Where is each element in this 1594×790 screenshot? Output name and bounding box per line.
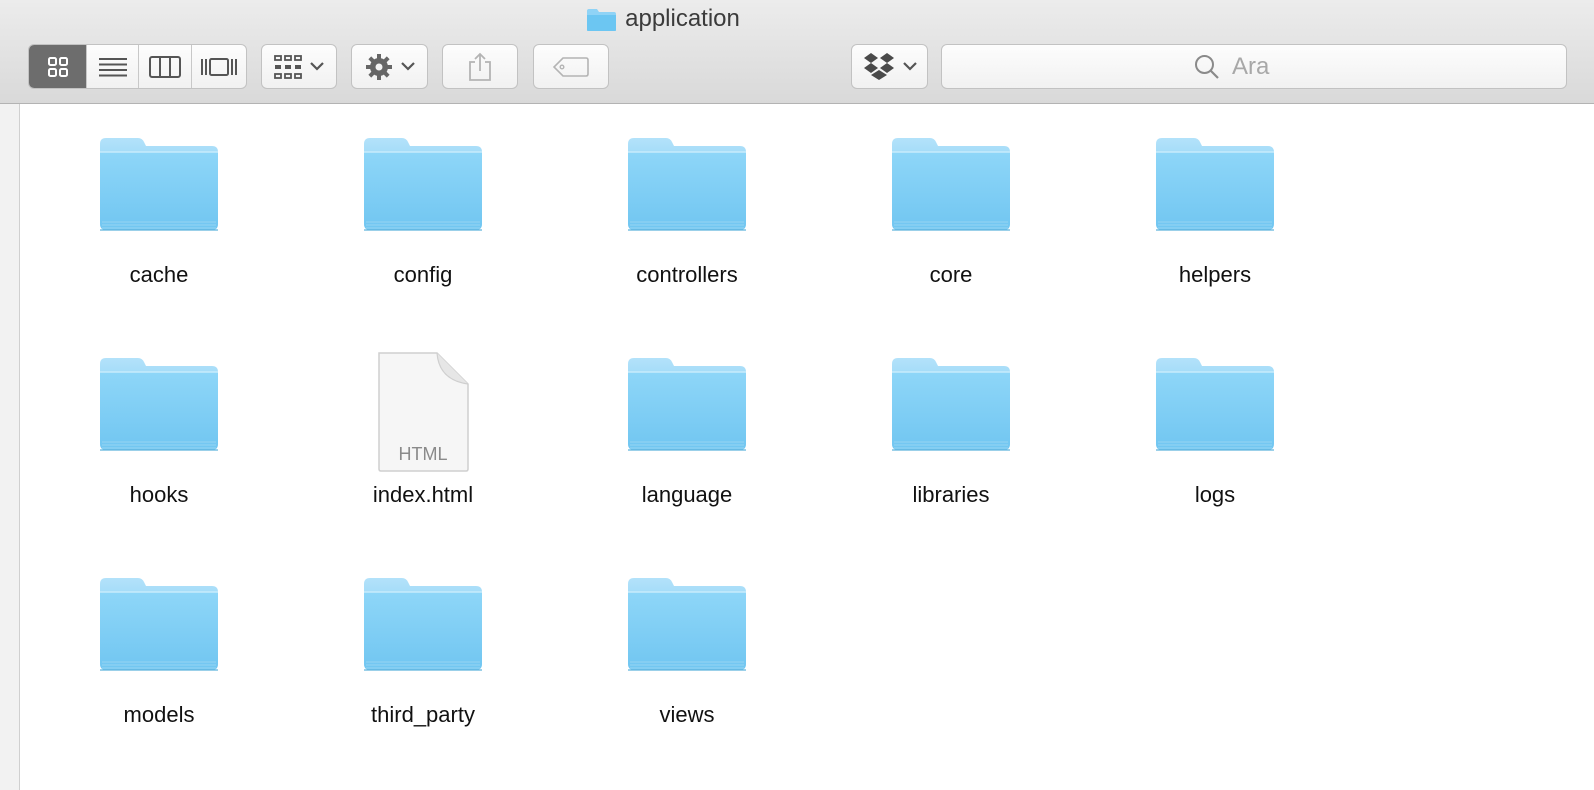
folder-icon xyxy=(628,578,746,671)
chevron-down-icon xyxy=(902,62,917,71)
dropbox-button[interactable] xyxy=(851,44,928,89)
folder-icon xyxy=(100,578,218,671)
folder-icon xyxy=(364,578,482,671)
item-icon-wrapper: HTML xyxy=(362,352,484,472)
icon-view-button[interactable] xyxy=(29,45,88,88)
item-label: cache xyxy=(129,262,189,287)
item-icon-wrapper xyxy=(626,134,748,232)
file-type-label: HTML xyxy=(399,444,448,464)
share-button[interactable] xyxy=(442,44,518,89)
folder-item[interactable]: helpers xyxy=(1083,104,1347,324)
folder-icon xyxy=(1156,358,1274,451)
search-field[interactable] xyxy=(941,44,1567,89)
arrange-grid-icon xyxy=(274,54,302,79)
column-view-button[interactable] xyxy=(139,45,192,88)
item-icon-wrapper xyxy=(362,574,484,672)
item-icon-wrapper xyxy=(626,354,748,452)
toolbar: application xyxy=(0,0,1594,104)
list-icon xyxy=(98,57,127,76)
folder-item[interactable]: models xyxy=(27,544,291,764)
chevron-down-icon xyxy=(310,62,324,71)
folder-icon xyxy=(892,358,1010,451)
item-icon-wrapper xyxy=(626,574,748,672)
item-icon-wrapper xyxy=(890,354,1012,452)
cover-flow-view-button[interactable] xyxy=(192,45,246,88)
item-label: hooks xyxy=(129,482,189,507)
finder-window: application Ara cache config controllers… xyxy=(0,0,1594,790)
file-item[interactable]: HTML index.html xyxy=(291,324,555,544)
list-view-button[interactable] xyxy=(87,45,139,88)
grid-icon xyxy=(47,56,68,77)
item-icon-wrapper xyxy=(98,354,220,452)
cover-flow-icon xyxy=(200,57,237,76)
item-label: logs xyxy=(1194,482,1236,507)
folder-item[interactable]: core xyxy=(819,104,1083,324)
folder-item[interactable]: views xyxy=(555,544,819,764)
folder-icon xyxy=(100,138,218,231)
arrange-button[interactable] xyxy=(261,44,337,89)
item-label: core xyxy=(929,262,973,287)
folder-icon xyxy=(587,8,617,31)
item-icon-wrapper xyxy=(890,134,1012,232)
folder-icon xyxy=(100,358,218,451)
folder-icon xyxy=(364,138,482,231)
search-icon xyxy=(1195,54,1219,79)
share-icon xyxy=(469,52,491,81)
item-icon-wrapper xyxy=(362,134,484,232)
folder-item[interactable]: hooks xyxy=(27,324,291,544)
folder-item[interactable]: logs xyxy=(1083,324,1347,544)
item-icon-wrapper xyxy=(1154,354,1276,452)
tags-button[interactable] xyxy=(533,44,609,89)
item-label: views xyxy=(659,702,715,727)
search-input[interactable] xyxy=(1230,51,1314,82)
item-icon-wrapper xyxy=(1154,134,1276,232)
tag-icon xyxy=(553,56,589,77)
folder-icon xyxy=(1156,138,1274,231)
item-label: index.html xyxy=(372,482,474,507)
view-mode-segmented-control xyxy=(28,44,247,89)
folder-item[interactable]: libraries xyxy=(819,324,1083,544)
folder-item[interactable]: controllers xyxy=(555,104,819,324)
item-label: language xyxy=(641,482,733,507)
item-label: helpers xyxy=(1178,262,1252,287)
folder-icon xyxy=(628,358,746,451)
item-icon-wrapper xyxy=(98,574,220,672)
folder-item[interactable]: cache xyxy=(27,104,291,324)
item-label: controllers xyxy=(636,262,738,287)
window-title-bar: application xyxy=(0,3,1594,35)
folder-item[interactable]: third_party xyxy=(291,544,555,764)
gear-icon xyxy=(365,53,392,80)
item-label: third_party xyxy=(371,702,475,727)
chevron-down-icon xyxy=(400,62,415,71)
folder-icon xyxy=(628,138,746,231)
sidebar-edge xyxy=(0,104,20,790)
item-label: models xyxy=(123,702,195,727)
dropbox-icon xyxy=(863,52,894,80)
folder-item[interactable]: language xyxy=(555,324,819,544)
item-icon-wrapper xyxy=(98,134,220,232)
item-label: libraries xyxy=(912,482,990,507)
window-title: application xyxy=(625,5,740,32)
item-label: config xyxy=(393,262,453,287)
folder-icon xyxy=(892,138,1010,231)
folder-item[interactable]: config xyxy=(291,104,555,324)
action-button[interactable] xyxy=(351,44,428,89)
file-grid: cache config controllers core helpers ho… xyxy=(27,104,1347,784)
columns-icon xyxy=(148,55,181,78)
html-file-icon: HTML xyxy=(378,352,469,472)
